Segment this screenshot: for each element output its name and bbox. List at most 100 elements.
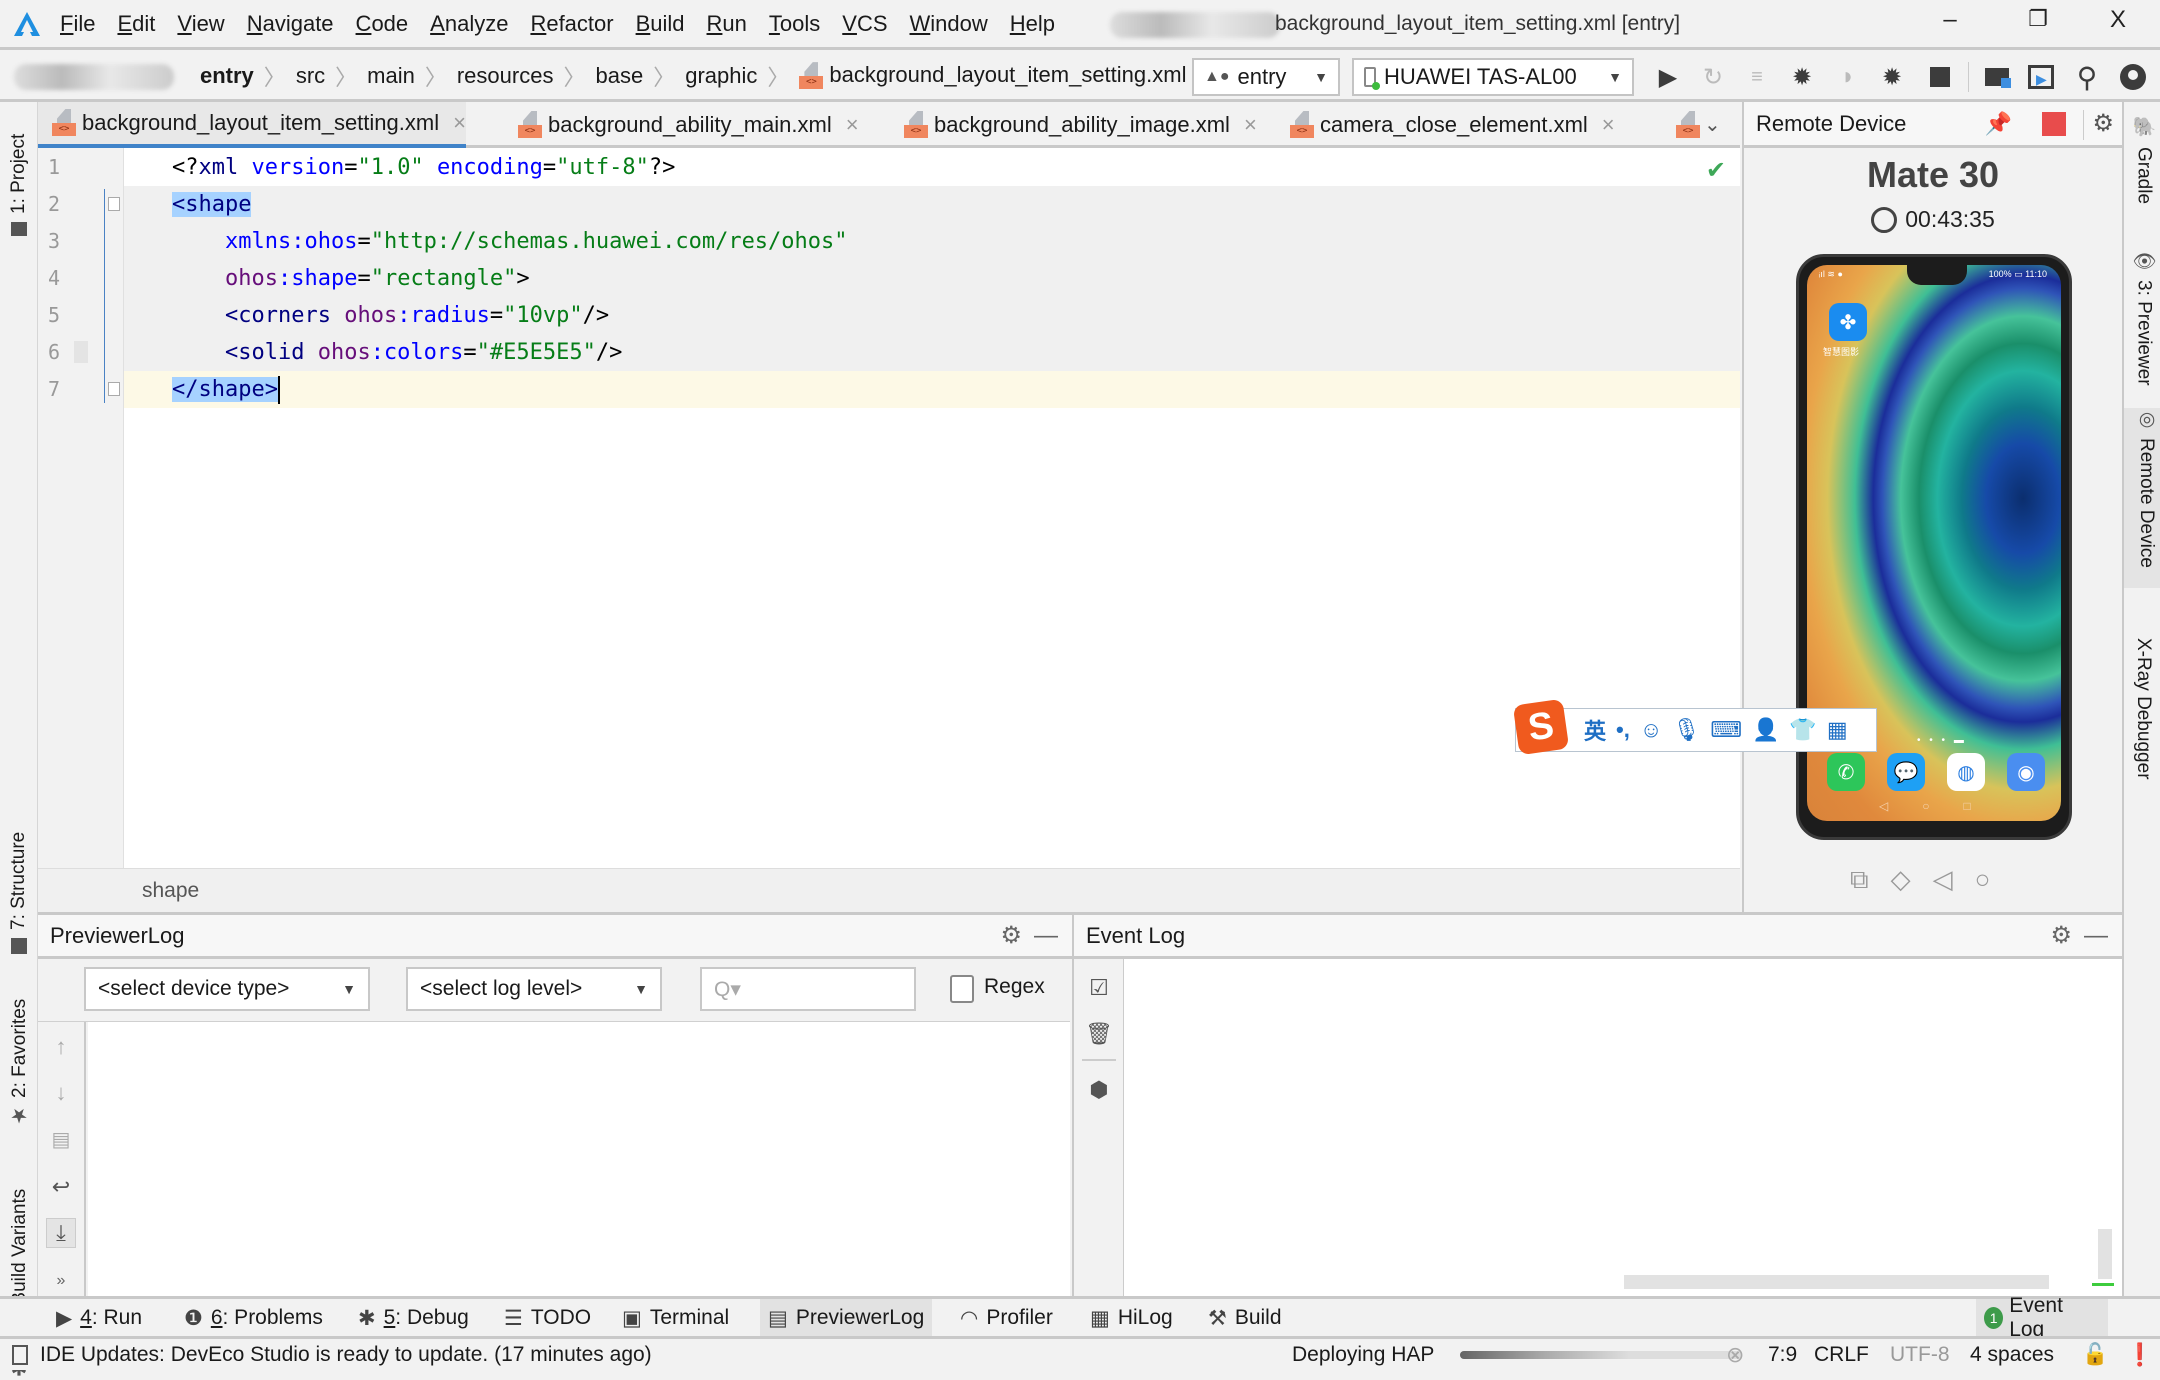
code-line[interactable]: <?xml version="1.0" encoding="utf-8"?> xyxy=(124,149,1740,186)
code-line[interactable]: ohos:shape="rectangle"> xyxy=(124,260,1740,297)
minimize-panel-icon[interactable]: — xyxy=(2084,922,2108,950)
keyboard-icon[interactable]: ⌨ xyxy=(1710,717,1742,743)
horizontal-scrollbar[interactable] xyxy=(1624,1275,2049,1289)
caret-position[interactable]: 7:9 xyxy=(1768,1339,1797,1371)
log-output[interactable] xyxy=(88,1022,1070,1296)
trash-icon[interactable]: 🗑 xyxy=(1084,1019,1114,1049)
breadcrumb-item[interactable]: resources xyxy=(457,63,554,89)
menu-tools[interactable]: Tools xyxy=(769,11,820,37)
device-type-select[interactable]: <select device type> ▼ xyxy=(84,967,370,1011)
minimize-panel-icon[interactable]: — xyxy=(1034,922,1058,950)
tool-window-todo[interactable]: ☰ TODO xyxy=(496,1299,599,1337)
tool-window-build[interactable]: ⚒ Build xyxy=(1200,1299,1290,1337)
regex-checkbox[interactable] xyxy=(950,975,974,1003)
gear-icon[interactable]: ⚙ xyxy=(1000,921,1022,950)
menu-view[interactable]: View xyxy=(177,11,224,37)
home-icon[interactable]: ○ xyxy=(1975,864,1991,896)
lock-icon[interactable]: 🔓 xyxy=(2082,1339,2108,1371)
code-line[interactable]: <solid ohos:colors="#E5E5E5"/> xyxy=(124,334,1740,371)
restore-button[interactable]: ❐ xyxy=(2018,6,2058,32)
breadcrumb-shape[interactable]: shape xyxy=(142,879,199,903)
app-icon-gallery[interactable]: ✤ xyxy=(1829,303,1867,341)
filter-icon[interactable]: ▤ xyxy=(46,1124,76,1154)
ime-language[interactable]: 英 xyxy=(1584,714,1606,746)
breadcrumb-item[interactable]: entry xyxy=(200,63,254,89)
menu-run[interactable]: Run xyxy=(707,11,747,37)
skin-icon[interactable]: 👕 xyxy=(1789,717,1816,743)
menu-file[interactable]: File xyxy=(60,11,95,37)
ime-punctuation[interactable]: •, xyxy=(1616,717,1630,743)
soft-wrap-icon[interactable]: ↩ xyxy=(46,1172,76,1202)
attach-debugger-icon[interactable]: ◗ xyxy=(1833,62,1863,92)
module-config-select[interactable]: ▲● entry ▼ xyxy=(1192,58,1340,96)
menu-code[interactable]: Code xyxy=(356,11,409,37)
app-icon-camera[interactable]: ◉ xyxy=(2007,753,2045,791)
app-icon-messages[interactable]: 💬 xyxy=(1887,753,1925,791)
stop-remote-device-icon[interactable] xyxy=(2042,112,2066,136)
tool-window-profiler[interactable]: ◠ Profiler xyxy=(952,1299,1061,1337)
menu-refactor[interactable]: Refactor xyxy=(530,11,613,37)
device-select[interactable]: HUAWEI TAS-AL00 ▼ xyxy=(1352,58,1634,96)
screen-rotate-menu-icon[interactable]: ⧉ xyxy=(1850,864,1869,896)
log-level-select[interactable]: <select log level> ▼ xyxy=(406,967,662,1011)
project-structure-icon[interactable] xyxy=(1982,62,2012,92)
remote-device-icon[interactable]: ▶ xyxy=(2026,62,2056,92)
breadcrumb-item[interactable]: base xyxy=(595,63,643,89)
editor-tab[interactable]: <> background_layout_item_setting.xml × xyxy=(38,102,466,148)
stop-icon[interactable] xyxy=(1925,62,1955,92)
structure-tool-tab[interactable]: 7: Structure xyxy=(8,814,30,954)
mark-all-read-icon[interactable]: ☑ xyxy=(1084,973,1114,1003)
editor-tab[interactable]: <> background_ability_image.xml × xyxy=(890,102,1257,148)
toolbox-icon[interactable]: ▦ xyxy=(1827,717,1848,743)
breadcrumb-item[interactable]: graphic xyxy=(685,63,757,89)
file-encoding[interactable]: UTF-8 xyxy=(1890,1339,1950,1371)
fold-marker-icon[interactable] xyxy=(108,197,120,211)
fold-marker-icon[interactable] xyxy=(108,382,120,396)
breadcrumb-item[interactable]: src xyxy=(296,63,325,89)
app-icon-browser[interactable]: ◍ xyxy=(1947,753,1985,791)
run-icon[interactable]: ▶ xyxy=(1653,62,1683,92)
menu-build[interactable]: Build xyxy=(636,11,685,37)
rotate-icon[interactable]: ◇ xyxy=(1891,864,1911,896)
xray-debugger-tool-tab[interactable]: X-Ray Debugger xyxy=(2132,638,2154,798)
close-window-button[interactable]: X xyxy=(2098,6,2138,34)
close-tab-icon[interactable]: × xyxy=(1244,112,1257,138)
code-line[interactable]: <corners ohos:radius="10vp"/> xyxy=(124,297,1740,334)
breadcrumb-item[interactable]: main xyxy=(367,63,415,89)
close-tab-icon[interactable]: × xyxy=(453,110,466,136)
cancel-progress-icon[interactable]: ⊗ xyxy=(1726,1339,1744,1371)
scroll-to-end-icon[interactable]: ⤓ xyxy=(46,1218,76,1248)
tool-window-debug[interactable]: ✱ 5: Debug xyxy=(350,1299,477,1337)
menu-window[interactable]: Window xyxy=(910,11,988,37)
menu-navigate[interactable]: Navigate xyxy=(247,11,334,37)
previewer-tool-tab[interactable]: 👁 3: Previewer xyxy=(2132,248,2155,388)
remote-device-tool-tab[interactable]: ◎ Remote Device xyxy=(2124,408,2160,588)
event-log-tool-button[interactable]: 1 Event Log xyxy=(1976,1294,2108,1341)
close-tab-icon[interactable]: × xyxy=(846,112,859,138)
menu-analyze[interactable]: Analyze xyxy=(430,11,508,37)
tool-window-previewerlog[interactable]: ▤ PreviewerLog xyxy=(760,1299,933,1337)
menu-help[interactable]: Help xyxy=(1010,11,1055,37)
app-icon-phone[interactable]: ✆ xyxy=(1827,753,1865,791)
apply-changes-icon[interactable]: ↻ xyxy=(1698,62,1728,92)
minimize-button[interactable]: – xyxy=(1930,6,1970,34)
editor-tab[interactable]: <> camera_close_element.xml × xyxy=(1276,102,1615,148)
ime-toolbar[interactable]: 英 •, ☺ 🎙 ⌨ 👤 👕 ▦ xyxy=(1515,708,1877,752)
settings-hex-icon[interactable]: ⬢ xyxy=(1084,1075,1114,1105)
microphone-icon[interactable]: 🎙 xyxy=(1672,717,1700,743)
user-icon[interactable]: 👤 xyxy=(1752,717,1779,743)
gear-icon[interactable]: ⚙ xyxy=(2050,921,2072,950)
account-icon[interactable] xyxy=(2118,62,2148,92)
gradle-tool-tab[interactable]: 🐘 Gradle xyxy=(2132,116,2155,216)
editor-tab[interactable]: <> background_ability_main.xml × xyxy=(504,102,859,148)
tool-window-terminal[interactable]: ▣ Terminal xyxy=(614,1299,737,1337)
emoji-icon[interactable]: ☺ xyxy=(1640,717,1662,743)
indent-setting[interactable]: 4 spaces xyxy=(1970,1339,2054,1371)
status-message[interactable]: IDE Updates: DevEco Studio is ready to u… xyxy=(12,1339,652,1371)
code-editor[interactable]: 1 2 3 4 5 6 7 <?xml version="1.0" encoding="ut… xyxy=(38,148,1740,868)
tool-window-hilog[interactable]: ▦ HiLog xyxy=(1082,1299,1181,1337)
breadcrumb-item[interactable]: <> background_layout_item_setting.xml xyxy=(799,62,1186,90)
problems-indicator-icon[interactable]: ❗ xyxy=(2126,1339,2153,1371)
tool-window-problems[interactable]: ❶6: Problems xyxy=(176,1299,331,1337)
editor-tab-overflow[interactable]: <> xyxy=(1662,102,1706,148)
